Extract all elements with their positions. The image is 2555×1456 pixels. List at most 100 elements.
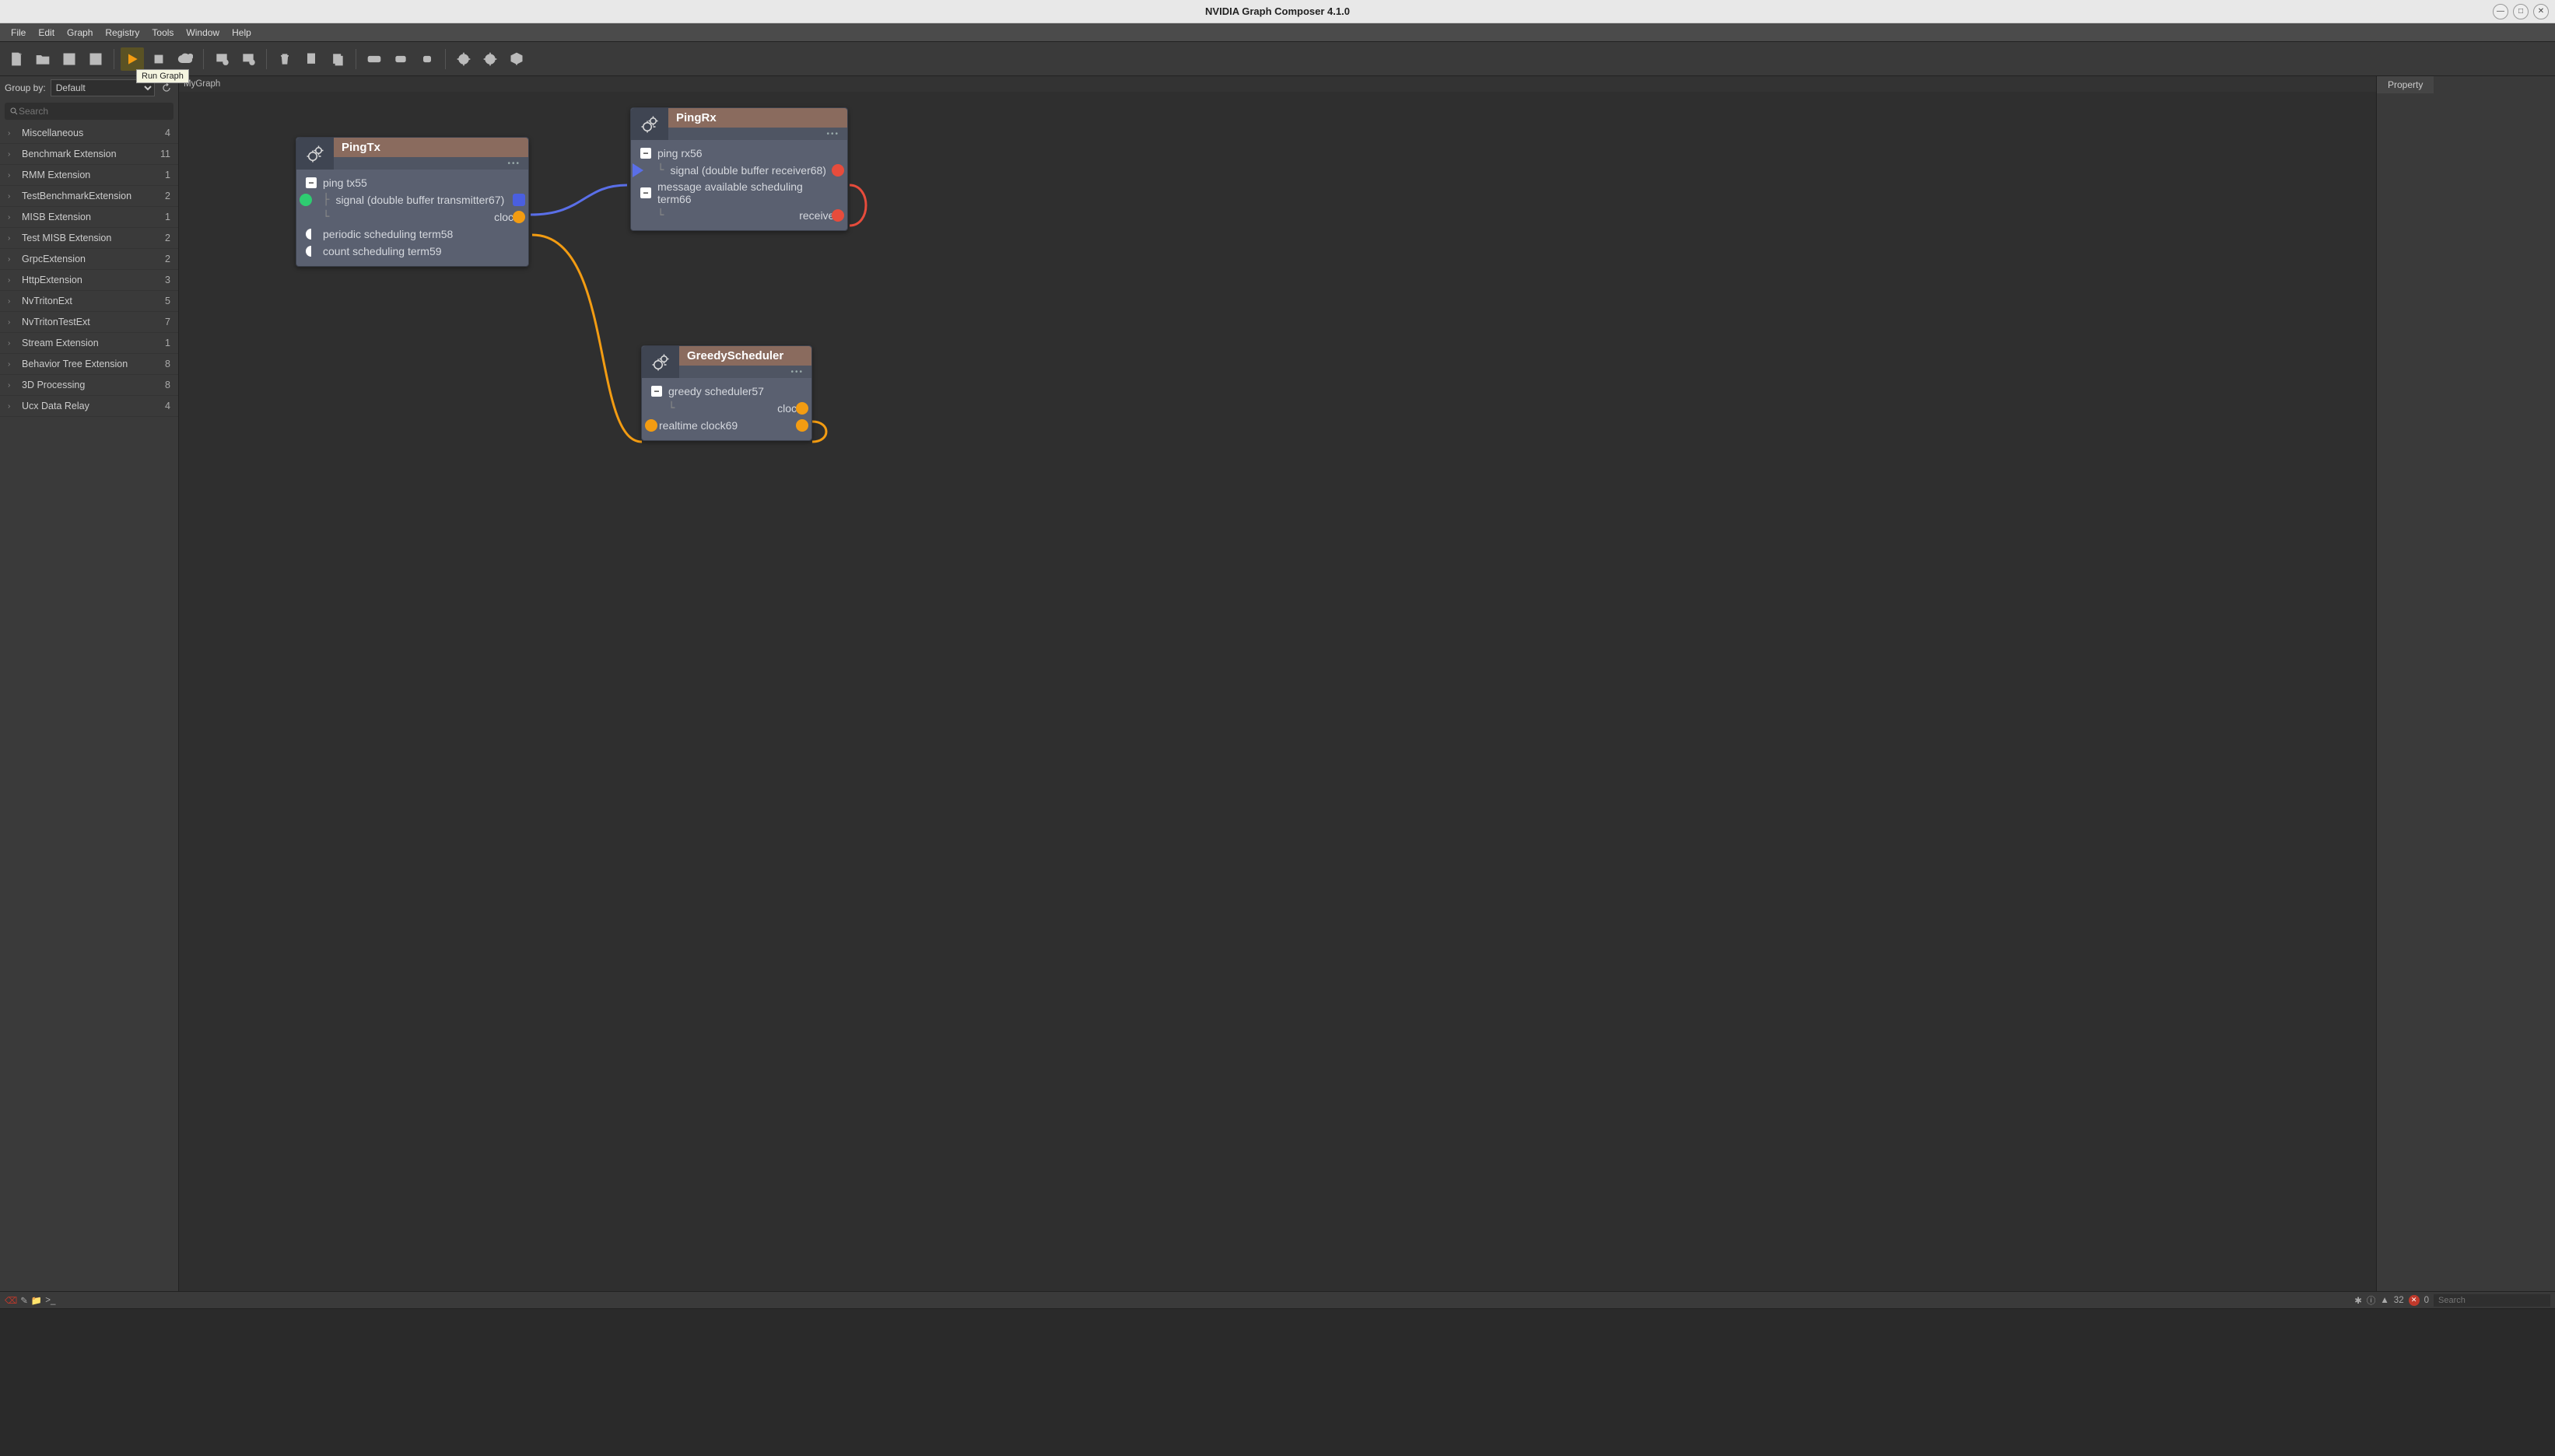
sidebar-item[interactable]: ›HttpExtension3 [0,270,178,291]
run-tooltip: Run Graph [136,69,189,83]
terminal-icon[interactable]: >_ [45,1296,55,1305]
import-button[interactable] [210,47,233,71]
chevron-right-icon: › [8,255,16,264]
sidebar-item[interactable]: ›MISB Extension1 [0,207,178,228]
groupby-label: Group by: [5,82,46,93]
status-search-input[interactable] [2434,1294,2550,1307]
node-menu-icon[interactable]: ••• [826,130,839,138]
dots2-button[interactable] [389,47,412,71]
error-count: 0 [2424,1296,2429,1305]
sidebar-search[interactable] [5,103,173,120]
close-file-button[interactable] [84,47,107,71]
refresh-icon[interactable] [159,81,173,95]
menu-file[interactable]: File [5,24,32,41]
port-in[interactable] [300,194,312,206]
sidebar-item[interactable]: › GrpcExtension2 [0,249,178,270]
menu-help[interactable]: Help [226,24,258,41]
sidebar-item[interactable]: ›Test MISB Extension2 [0,228,178,249]
connections [179,92,2376,1291]
ext-name: NvTritonTestExt [22,317,165,327]
sidebar-item[interactable]: ›NvTritonTestExt7 [0,312,178,333]
folder-icon[interactable]: 📁 [31,1295,42,1306]
open-folder-button[interactable] [31,47,54,71]
chevron-right-icon: › [8,339,16,348]
collapse-icon[interactable]: − [640,187,651,198]
node-pingrx[interactable]: PingRx ••• −ping rx56 └signal (double bu… [630,107,848,231]
sidebar-search-input[interactable] [19,106,169,117]
collapse-icon[interactable]: − [640,148,651,159]
sidebar-item[interactable]: ›NvTritonExt5 [0,291,178,312]
sidebar-item[interactable]: ›Behavior Tree Extension8 [0,354,178,375]
target2-button[interactable] [478,47,502,71]
gear-icon [296,138,334,170]
port-out-realtime[interactable] [796,419,808,432]
ext-name: GrpcExtension [22,254,165,264]
property-tab[interactable]: Property [2377,76,2434,93]
paste-button[interactable] [326,47,349,71]
ext-count: 8 [165,359,170,369]
save-button[interactable] [58,47,81,71]
port-receiver[interactable] [832,209,844,222]
menu-graph[interactable]: Graph [61,24,99,41]
ext-count: 3 [165,275,170,285]
ext-name: MISB Extension [22,212,165,222]
dots3-button[interactable] [363,47,386,71]
sidebar-item[interactable]: ›Stream Extension1 [0,333,178,354]
extension-list[interactable]: ›Miscellaneous4›Benchmark Extension11›RM… [0,123,178,1291]
clear-icon[interactable]: ⌫ [5,1295,17,1306]
dot1-button[interactable] [415,47,439,71]
console-panel[interactable] [0,1308,2555,1456]
edit-icon[interactable]: ✎ [20,1295,28,1306]
sidebar-item[interactable]: ›RMM Extension1 [0,165,178,186]
half-circle-icon [306,246,317,257]
node-menu-icon[interactable]: ••• [507,159,520,168]
collapse-icon[interactable]: − [651,386,662,397]
menu-window[interactable]: Window [180,24,226,41]
canvas-tab[interactable]: MyGraph [184,79,220,89]
cloud-check-button[interactable] [173,47,197,71]
menu-tools[interactable]: Tools [145,24,180,41]
asterisk-icon[interactable]: ✱ [2354,1295,2362,1306]
cube-button[interactable] [505,47,528,71]
error-icon[interactable]: ✕ [2409,1295,2420,1306]
svg-text:+: + [19,51,23,58]
node-menu-icon[interactable]: ••• [790,368,804,376]
ext-count: 2 [165,254,170,264]
port-in-signal[interactable] [633,163,643,177]
sidebar-item[interactable]: ›TestBenchmarkExtension2 [0,186,178,207]
port-out-signal[interactable] [513,194,525,206]
chevron-right-icon: › [8,213,16,222]
menu-registry[interactable]: Registry [99,24,145,41]
warning-icon[interactable]: ▲ [2380,1296,2389,1305]
sidebar-item[interactable]: ›3D Processing8 [0,375,178,396]
chevron-right-icon: › [8,192,16,201]
port-in-realtime[interactable] [645,419,657,432]
ext-count: 11 [160,149,170,159]
chevron-right-icon: › [8,360,16,369]
close-button[interactable]: ✕ [2533,4,2549,19]
graph-canvas[interactable]: PingTx ••• −ping tx55 ├signal (double bu… [179,92,2376,1291]
menu-edit[interactable]: Edit [32,24,61,41]
port-out[interactable] [832,164,844,177]
ext-count: 1 [165,170,170,180]
sidebar-item[interactable]: ›Benchmark Extension11 [0,144,178,165]
sidebar-item[interactable]: ›Miscellaneous4 [0,123,178,144]
port-out-clock[interactable] [513,211,525,223]
sidebar-item[interactable]: ›Ucx Data Relay4 [0,396,178,417]
new-file-button[interactable]: + [5,47,28,71]
port-clock[interactable] [796,402,808,415]
node-greedy[interactable]: GreedyScheduler ••• −greedy scheduler57 … [641,345,812,441]
delete-button[interactable] [273,47,296,71]
run-graph-button[interactable]: Run Graph [121,47,144,71]
node-pingtx[interactable]: PingTx ••• −ping tx55 ├signal (double bu… [296,137,529,267]
target1-button[interactable] [452,47,475,71]
ext-count: 2 [165,191,170,201]
chevron-right-icon: › [8,129,16,138]
copy-button[interactable] [300,47,323,71]
stop-button[interactable] [147,47,170,71]
info-icon[interactable]: ⓘ [2367,1294,2376,1307]
export-button[interactable] [237,47,260,71]
maximize-button[interactable]: □ [2513,4,2529,19]
minimize-button[interactable]: — [2493,4,2508,19]
collapse-icon[interactable]: − [306,177,317,188]
